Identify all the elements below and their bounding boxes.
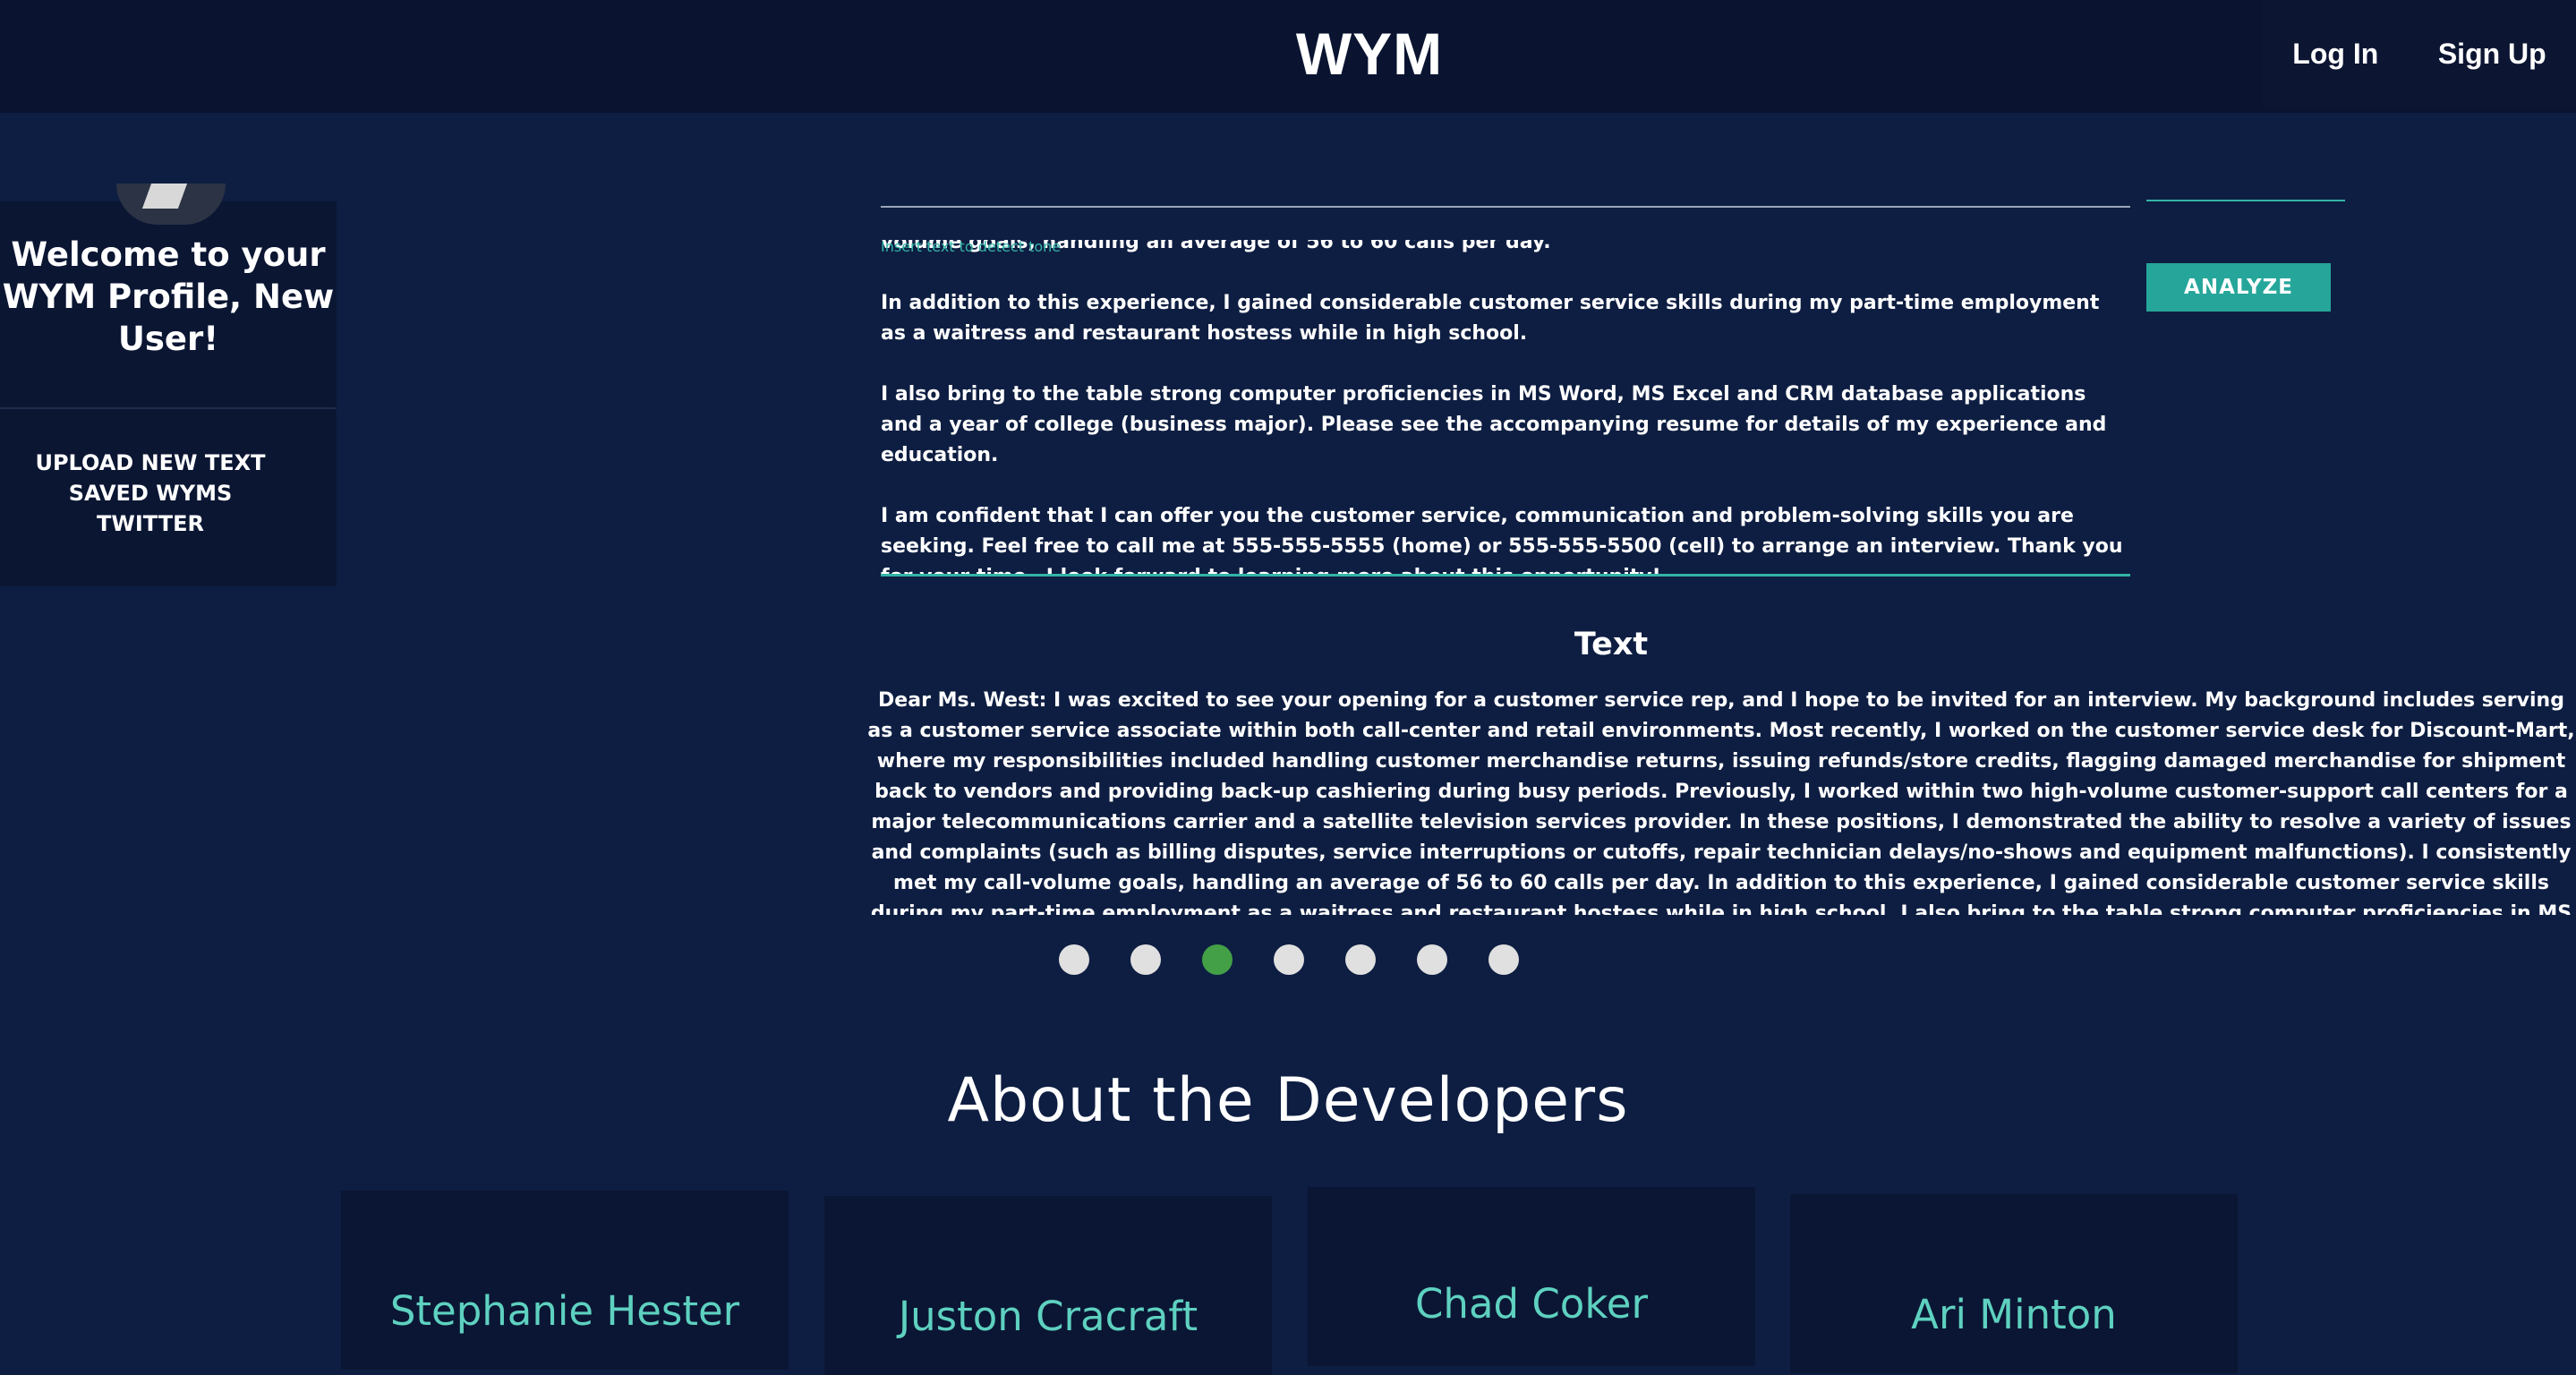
developer-card: Juston Cracraft (824, 1196, 1272, 1375)
carousel-dot-active[interactable] (1202, 944, 1233, 975)
sidebar-item-upload-new-text[interactable]: UPLOAD NEW TEXT (0, 448, 301, 478)
input-hint-label: Insert text to detect tone (881, 238, 1062, 255)
result-heading: Text (1574, 627, 1649, 662)
tone-text-input[interactable]: volume goals, handling an average of 56 … (881, 240, 2130, 576)
developer-name: Juston Cracraft (898, 1293, 1198, 1340)
signup-link[interactable]: Sign Up (2438, 38, 2546, 71)
text-paragraph: I also bring to the table strong compute… (881, 383, 2107, 466)
sidebar-divider (0, 407, 337, 409)
brand-logo[interactable]: WYM (1235, 20, 1504, 88)
text-paragraph: In addition to this experience, I gained… (881, 292, 2100, 345)
sidebar-item-twitter[interactable]: TWITTER (0, 508, 301, 539)
developer-card: Ari Minton (1790, 1194, 2238, 1373)
login-link[interactable]: Log In (2292, 38, 2378, 71)
avatar (116, 184, 226, 225)
about-developers-title: About the Developers (947, 1065, 1629, 1136)
analyze-button[interactable]: ANALYZE (2146, 263, 2331, 312)
text-paragraph: volume goals, handling an average of 56 … (881, 240, 1551, 253)
sidebar-nav: UPLOAD NEW TEXT SAVED WYMS TWITTER (0, 448, 301, 539)
carousel-dot[interactable] (1059, 944, 1089, 975)
text-paragraph: I am confident that I can offer you the … (881, 505, 2123, 574)
accent-underline (2146, 200, 2345, 201)
tone-text-content: volume goals, handling an average of 56 … (881, 240, 2130, 574)
carousel-dot[interactable] (1274, 944, 1304, 975)
carousel-indicators (1059, 944, 1519, 975)
developer-name: Ari Minton (1911, 1291, 2117, 1338)
carousel-dot[interactable] (1130, 944, 1161, 975)
developer-card: Chad Coker (1308, 1187, 1755, 1366)
input-underline (881, 206, 2130, 208)
profile-sidebar: Welcome to your WYM Profile, New User! U… (0, 184, 337, 586)
result-text: Dear Ms. West: I was excited to see your… (867, 689, 2575, 915)
carousel-dot[interactable] (1345, 944, 1376, 975)
top-navbar: WYM Log In Sign Up (0, 0, 2576, 113)
auth-links: Log In Sign Up (2263, 0, 2576, 107)
developer-name: Stephanie Hester (389, 1287, 740, 1335)
developer-card: Stephanie Hester (341, 1191, 789, 1370)
carousel-dot[interactable] (1488, 944, 1519, 975)
developer-name: Chad Coker (1415, 1280, 1648, 1328)
sidebar-item-saved-wyms[interactable]: SAVED WYMS (0, 478, 301, 508)
carousel-dot[interactable] (1417, 944, 1447, 975)
welcome-message: Welcome to your WYM Profile, New User! (2, 235, 335, 358)
